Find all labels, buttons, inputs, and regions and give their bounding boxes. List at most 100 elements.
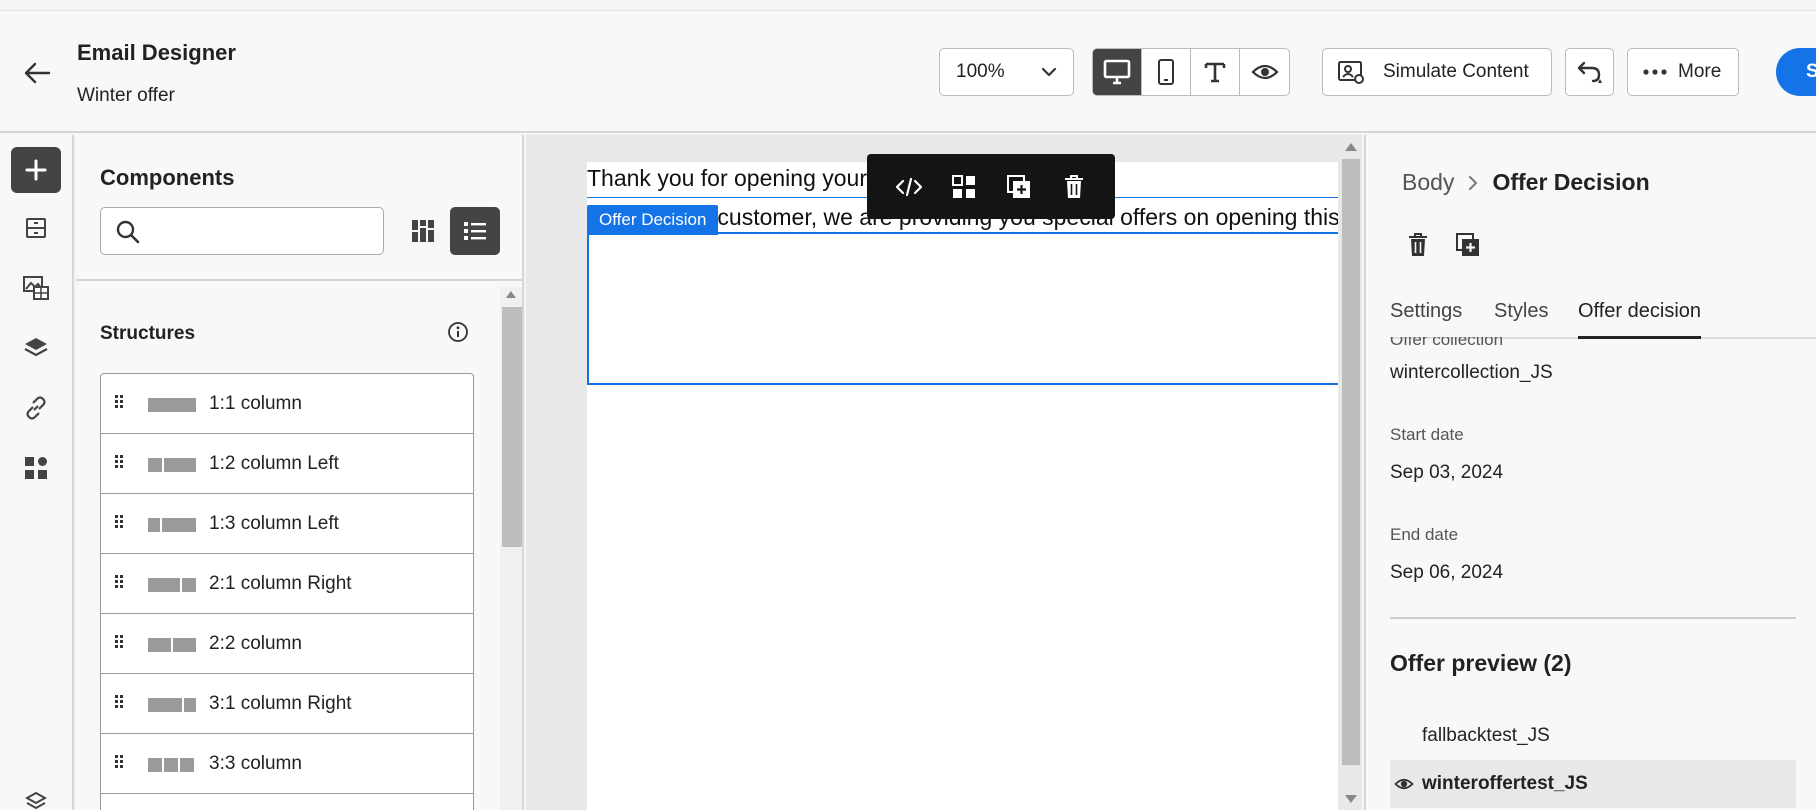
offer-preview-item[interactable]: fallbacktest_JS xyxy=(1390,712,1796,760)
duplicate-block-button[interactable] xyxy=(999,167,1039,207)
layer-settings-icon xyxy=(24,791,48,810)
rail-links-button[interactable] xyxy=(11,385,61,431)
duplicate-icon xyxy=(1006,174,1030,198)
layout-2-1-icon xyxy=(148,578,196,592)
rail-add-button[interactable] xyxy=(11,147,61,193)
link-icon xyxy=(26,396,46,420)
start-date-label: Start date xyxy=(1390,425,1464,444)
grid-view-button[interactable] xyxy=(398,207,448,255)
structure-label: 1:2 column Left xyxy=(209,452,339,474)
desktop-view-button[interactable] xyxy=(1093,49,1142,95)
drag-handle-icon[interactable] xyxy=(114,394,124,419)
undo-button[interactable] xyxy=(1565,48,1614,96)
end-date-value[interactable]: Sep 06, 2024 xyxy=(1390,562,1503,584)
offer-decision-block[interactable] xyxy=(587,232,1340,385)
email-body: Thank you for opening your email. Dear v… xyxy=(587,162,1340,810)
list-view-button[interactable] xyxy=(450,207,500,255)
text-icon xyxy=(1204,62,1226,83)
drag-handle-icon[interactable] xyxy=(114,454,124,479)
components-divider xyxy=(76,279,522,281)
eye-icon xyxy=(1250,64,1279,80)
breadcrumb: Body Offer Decision xyxy=(1402,169,1650,196)
delete-component-button[interactable] xyxy=(1400,227,1436,263)
rail-settings-button[interactable] xyxy=(11,780,61,810)
structure-item[interactable]: 3:3 column xyxy=(100,733,474,793)
search-input[interactable] xyxy=(151,216,371,246)
scroll-down-icon[interactable] xyxy=(1345,795,1357,803)
drag-handle-icon[interactable] xyxy=(114,694,124,719)
drag-handle-icon[interactable] xyxy=(114,574,124,599)
offer-preview-label: fallbacktest_JS xyxy=(1422,725,1550,746)
structure-item[interactable]: 2:2 column xyxy=(100,613,474,673)
trash-icon xyxy=(1409,233,1427,256)
mobile-view-button[interactable] xyxy=(1142,49,1191,95)
structures-title: Structures xyxy=(100,323,196,344)
html-code-button[interactable] xyxy=(889,167,929,207)
more-label: More xyxy=(1678,61,1722,82)
drag-handle-icon[interactable] xyxy=(114,754,124,779)
canvas-scrollbar[interactable] xyxy=(1338,135,1362,810)
components-panel: Components Structures 1:1 column 1:2 col… xyxy=(76,135,524,810)
simulate-content-button[interactable]: Simulate Content xyxy=(1322,48,1552,96)
structure-item[interactable]: 1:3 column Left xyxy=(100,493,474,553)
rail-content-components-button[interactable] xyxy=(11,445,61,491)
offer-preview-item-selected[interactable]: winteroffertest_JS xyxy=(1390,760,1796,808)
info-icon[interactable] xyxy=(447,321,469,348)
scrollbar-thumb[interactable] xyxy=(1342,159,1360,765)
simulate-label: Simulate Content xyxy=(1383,61,1529,82)
properties-tabs: Settings Styles Offer decision xyxy=(1390,285,1816,339)
offer-preview-label: winteroffertest_JS xyxy=(1422,773,1588,794)
delete-block-button[interactable] xyxy=(1054,167,1094,207)
view-mode-group xyxy=(1092,48,1290,96)
list-icon xyxy=(464,222,486,240)
undo-icon xyxy=(1577,61,1602,83)
desktop-icon xyxy=(1103,59,1131,85)
zoom-value: 100% xyxy=(956,61,1005,82)
rail-layers-button[interactable] xyxy=(11,325,61,371)
back-button[interactable] xyxy=(20,56,54,90)
structure-item[interactable]: 2:1 column Right xyxy=(100,553,474,613)
duplicate-component-button[interactable] xyxy=(1450,227,1486,263)
start-date-value[interactable]: Sep 03, 2024 xyxy=(1390,462,1503,484)
scroll-up-icon[interactable] xyxy=(506,291,516,298)
scrollbar-thumb[interactable] xyxy=(502,307,522,547)
structure-label: 1:1 column xyxy=(209,392,302,414)
primary-action-label: S xyxy=(1806,61,1816,82)
more-button[interactable]: More xyxy=(1627,48,1739,96)
tab-settings[interactable]: Settings xyxy=(1390,285,1462,339)
search-icon xyxy=(115,219,141,250)
rail-fragments-button[interactable] xyxy=(11,205,61,251)
structure-item[interactable]: 3:1 column Right xyxy=(100,673,474,733)
drag-handle-icon[interactable] xyxy=(114,514,124,539)
email-canvas: Thank you for opening your email. Dear v… xyxy=(526,135,1362,810)
structure-item[interactable]: 1:1 column xyxy=(100,373,474,433)
components-title: Components xyxy=(100,165,235,190)
save-as-fragment-button[interactable] xyxy=(944,167,984,207)
breadcrumb-body[interactable]: Body xyxy=(1402,169,1454,196)
tab-styles[interactable]: Styles xyxy=(1494,285,1548,339)
properties-panel: Body Offer Decision Settings Styles Offe… xyxy=(1364,135,1816,810)
layers-icon xyxy=(24,338,48,357)
fragment-icon xyxy=(951,174,975,198)
structure-list: 1:1 column 1:2 column Left 1:3 column Le… xyxy=(100,373,474,810)
tab-offer-decision[interactable]: Offer decision xyxy=(1578,285,1702,339)
zoom-select[interactable]: 100% xyxy=(939,48,1074,96)
chevron-right-icon xyxy=(1469,175,1478,190)
layout-1-2-icon xyxy=(148,458,196,472)
structure-item[interactable]: 1:2 column Left xyxy=(100,433,474,493)
structure-item[interactable] xyxy=(100,793,474,810)
drag-handle-icon[interactable] xyxy=(114,634,124,659)
mobile-icon xyxy=(1158,59,1174,85)
offer-decision-tag: Offer Decision xyxy=(587,205,719,235)
duplicate-icon xyxy=(1456,233,1479,256)
rail-assets-button[interactable] xyxy=(11,265,61,311)
collection-value[interactable]: wintercollection_JS xyxy=(1390,362,1553,384)
text-view-button[interactable] xyxy=(1191,49,1240,95)
scroll-up-icon[interactable] xyxy=(1345,143,1357,151)
layout-3-3-icon xyxy=(148,758,194,772)
assets-icon xyxy=(23,276,49,300)
preview-button[interactable] xyxy=(1240,49,1289,95)
breadcrumb-current: Offer Decision xyxy=(1492,169,1650,195)
primary-action-button[interactable]: S xyxy=(1776,48,1816,96)
components-scrollbar[interactable] xyxy=(500,287,522,810)
